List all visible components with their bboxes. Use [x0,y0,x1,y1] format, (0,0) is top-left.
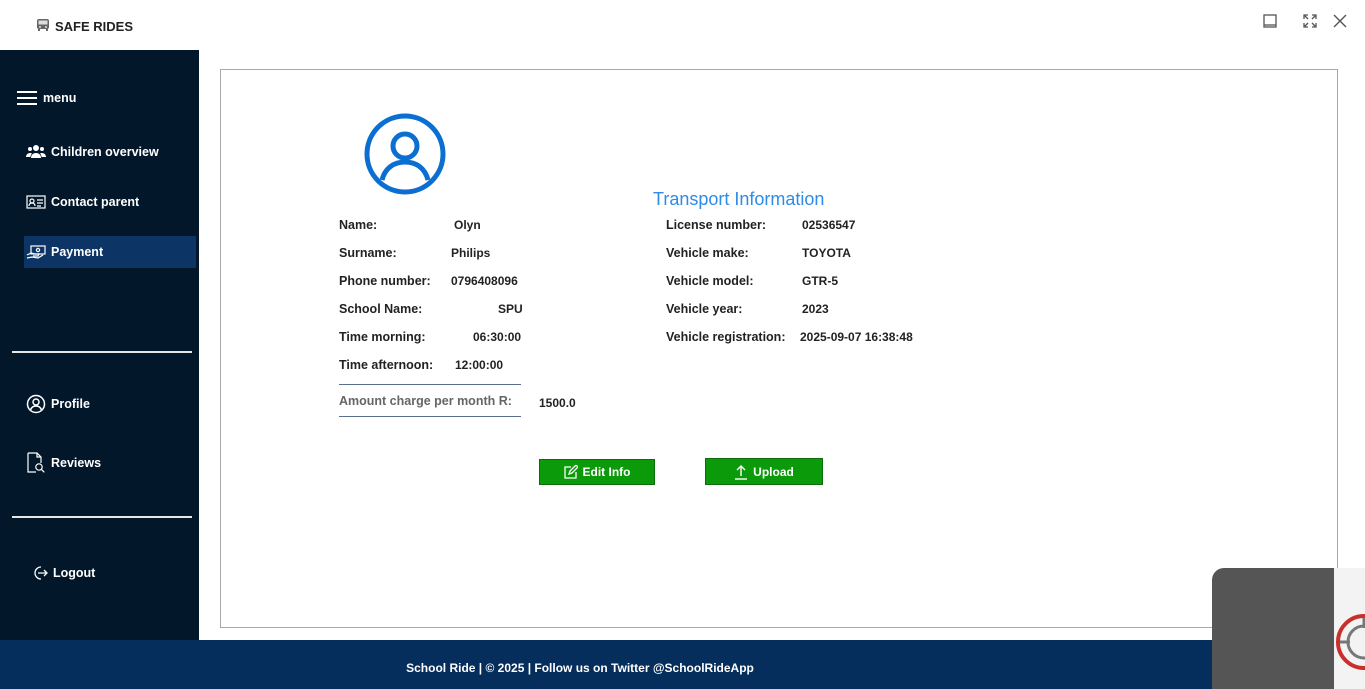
vehicle-year-label: Vehicle year: [666,302,743,316]
app-window: SAFE RIDES menu Children overview Contac… [0,0,1365,689]
bus-icon [35,17,51,36]
overlay-widget-edge [1334,568,1365,689]
sidebar-item-contact-parent[interactable]: Contact parent [24,186,196,218]
profile-avatar [364,113,446,200]
sidebar-item-payment[interactable]: Payment [24,236,196,268]
transport-info-title: Transport Information [653,189,825,209]
app-title: SAFE RIDES [55,19,134,34]
reviews-icon [27,452,45,473]
menu-toggle[interactable]: menu [14,82,134,114]
time-morning-value: 06:30:00 [473,330,522,344]
minimize-button[interactable] [1259,10,1281,32]
phone-label: Phone number: [339,274,431,288]
users-icon [26,145,46,158]
phone-value: 0796408096 [451,274,518,288]
payment-icon [26,245,46,259]
close-icon [1333,14,1347,28]
minimize-icon [1263,14,1277,28]
sidebar-item-reviews[interactable]: Reviews [24,447,196,479]
sidebar-divider [12,351,192,353]
upload-label: Upload [753,464,794,479]
vehicle-registration-label: Vehicle registration: [666,330,786,344]
sidebar-item-label: Reviews [51,456,102,470]
badge-icon [1336,614,1365,670]
amount-field[interactable]: Amount charge per month R: [339,384,521,417]
vehicle-model-label: Vehicle model: [666,274,754,288]
upload-button[interactable]: Upload [705,458,823,485]
time-afternoon-value: 12:00:00 [455,358,504,372]
sidebar-item-children-overview[interactable]: Children overview [24,136,196,168]
title-bar [0,0,1365,50]
amount-label: Amount charge per month R: [339,393,512,408]
sidebar-item-label: Children overview [51,145,159,159]
surname-value: Philips [451,246,491,260]
hamburger-icon [17,91,37,105]
name-label: Name: [339,218,378,232]
vehicle-registration-value: 2025-09-07 16:38:48 [800,330,913,344]
maximize-button[interactable] [1299,10,1321,32]
maximize-icon [1303,14,1317,28]
vehicle-model-value: GTR-5 [802,274,838,288]
footer-text: School Ride | © 2025 | Follow us on Twit… [406,661,754,675]
sidebar-item-label: Payment [51,245,104,259]
app-brand: SAFE RIDES [35,17,133,36]
time-morning-label: Time morning: [339,330,426,344]
amount-value: 1500.0 [539,396,576,410]
edit-info-label: Edit Info [582,465,631,479]
surname-label: Surname: [339,246,397,260]
license-number-label: License number: [666,218,767,232]
close-button[interactable] [1329,10,1351,32]
user-circle-icon [26,394,46,414]
sidebar-divider [12,516,192,518]
menu-label: menu [43,91,77,105]
upload-icon [735,464,748,480]
user-circle-icon [364,113,446,195]
edit-icon [563,465,578,479]
vehicle-make-value: TOYOTA [802,246,851,260]
vehicle-year-value: 2023 [802,302,829,316]
sidebar-item-label: Contact parent [51,195,140,209]
contact-card-icon [26,195,46,209]
logout-button[interactable]: Logout [30,557,150,589]
school-name-label: School Name: [339,302,423,316]
school-name-value: SPU [498,302,523,316]
time-afternoon-label: Time afternoon: [339,358,434,372]
vehicle-make-label: Vehicle make: [666,246,749,260]
logout-label: Logout [53,566,96,580]
license-number-value: 02536547 [802,218,856,232]
edit-info-button[interactable]: Edit Info [539,459,655,485]
sidebar-item-profile[interactable]: Profile [24,388,196,420]
overlay-widget[interactable] [1212,568,1334,689]
sidebar-item-label: Profile [51,397,90,411]
name-value: Olyn [454,218,481,232]
logout-icon [34,566,48,580]
